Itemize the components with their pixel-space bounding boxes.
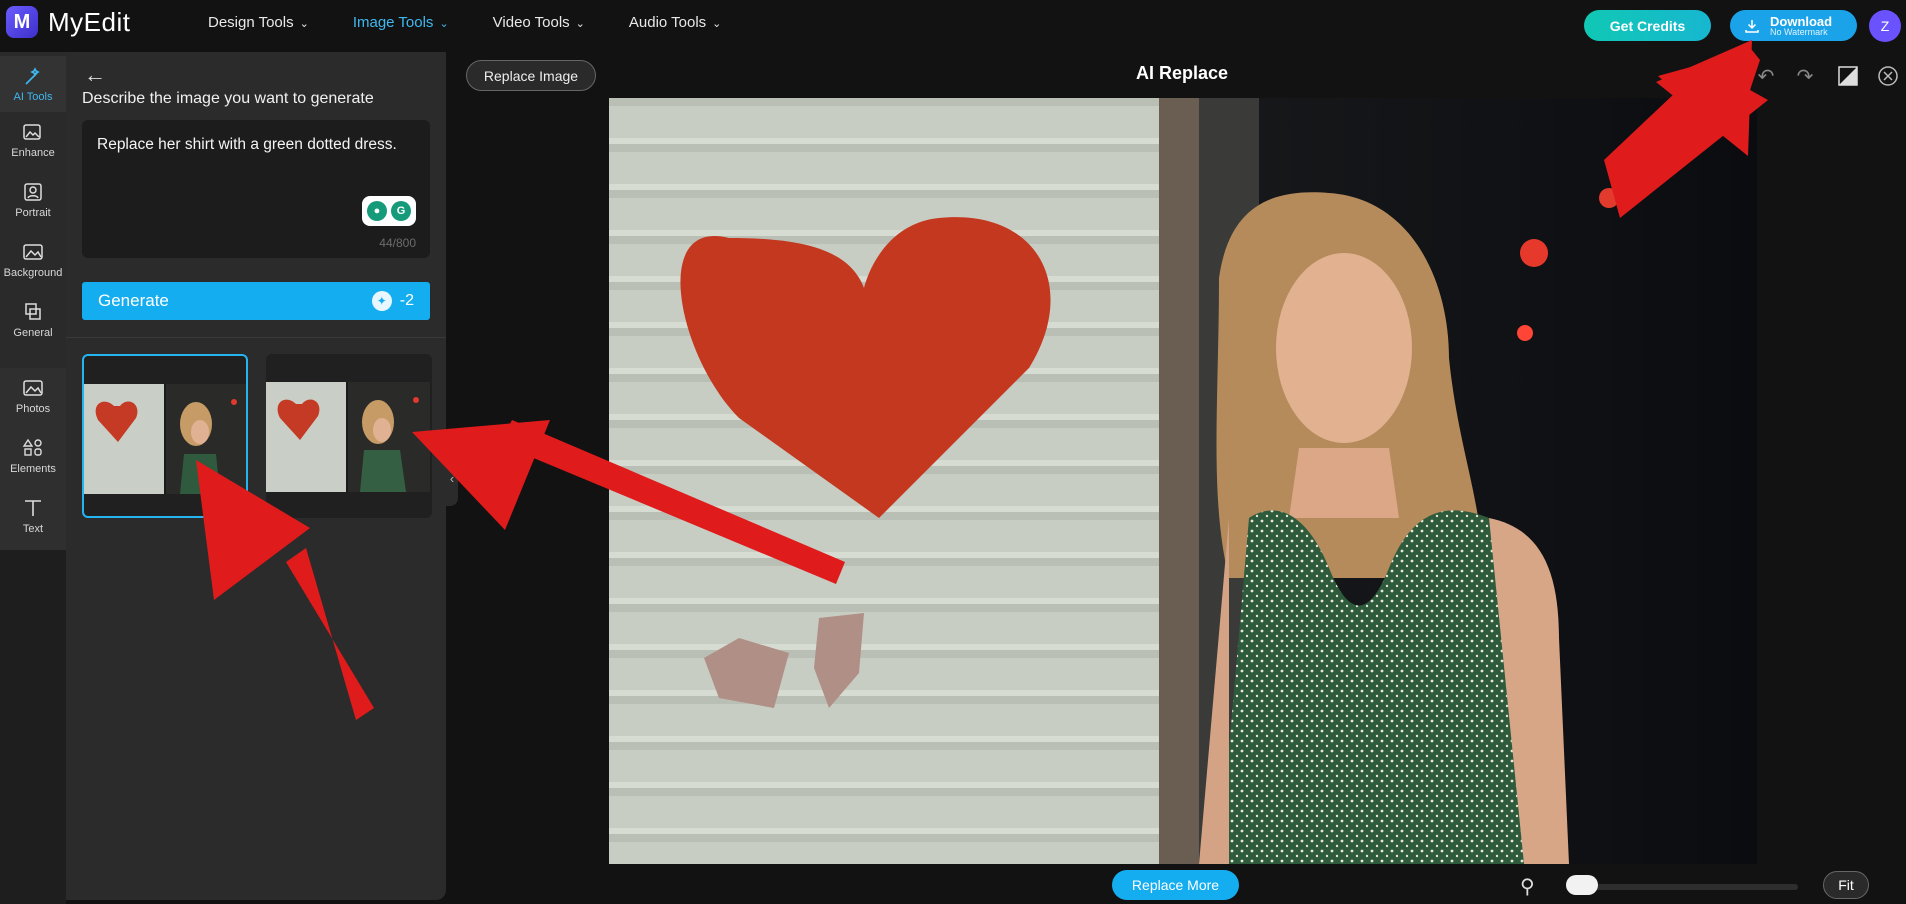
nav-label: Video Tools: [492, 14, 570, 31]
zoom-slider-handle[interactable]: [1566, 875, 1598, 895]
compare-icon[interactable]: [1836, 64, 1860, 88]
generate-cost-value: -2: [399, 292, 414, 309]
download-label: Download: [1770, 13, 1833, 29]
assistant-icon[interactable]: ●: [367, 201, 387, 221]
generate-label: Generate: [98, 291, 169, 310]
main-nav: Design Tools ⌄ Image Tools ⌄ Video Tools ⌄ …: [208, 14, 721, 31]
rail-label: General: [13, 326, 53, 339]
nav-audio-tools[interactable]: Audio Tools ⌄: [629, 14, 722, 31]
rail-label: Enhance: [11, 146, 55, 159]
prompt-text[interactable]: Replace her shirt with a green dotted dr…: [97, 136, 397, 154]
replace-more-button[interactable]: Replace More: [1112, 870, 1239, 900]
rail-item-background[interactable]: Background: [0, 232, 66, 288]
collapse-panel-button[interactable]: ‹: [446, 450, 458, 506]
rail-label: AI Tools: [13, 90, 53, 103]
thumbnail-image: [84, 384, 246, 494]
background-icon: [23, 243, 43, 260]
rail-label: Background: [3, 266, 63, 279]
download-button[interactable]: Download No Watermark: [1730, 10, 1857, 41]
chevron-down-icon: ⌄: [299, 18, 309, 30]
generate-button[interactable]: Generate ✦ -2: [82, 282, 430, 320]
panel-divider: [66, 337, 446, 338]
download-sublabel: No Watermark: [1770, 26, 1828, 37]
magic-wand-icon: [25, 66, 40, 85]
rail-item-photos[interactable]: Photos: [0, 368, 66, 424]
grammarly-icon[interactable]: G: [391, 201, 411, 221]
panel-title: Describe the image you want to generate: [82, 90, 374, 107]
photos-icon: [23, 379, 43, 396]
main-image: [609, 98, 1757, 864]
char-counter: 44/800: [379, 236, 416, 250]
get-credits-button[interactable]: Get Credits: [1584, 10, 1711, 41]
rail-group-assets: Photos Elements Text: [0, 368, 66, 550]
result-thumbnail-2[interactable]: [266, 354, 432, 518]
portrait-icon: [24, 182, 42, 201]
rail-label: Portrait: [15, 206, 51, 219]
enhance-icon: [23, 123, 41, 140]
download-text: Download No Watermark: [1770, 15, 1832, 37]
rail-item-enhance[interactable]: Enhance: [0, 112, 66, 168]
nav-video-tools[interactable]: Video Tools ⌄: [493, 14, 585, 31]
logo[interactable]: M MyEdit: [6, 6, 130, 38]
elements-icon: [22, 438, 42, 456]
rail-item-elements[interactable]: Elements: [0, 428, 66, 484]
nav-label: Design Tools: [208, 14, 294, 31]
rail-label: Photos: [15, 402, 51, 415]
zoom-slider[interactable]: [1566, 884, 1798, 890]
rail-label: Text: [22, 522, 44, 535]
nav-label: Image Tools: [352, 14, 434, 31]
back-arrow-icon[interactable]: ←: [84, 62, 106, 88]
rail-item-portrait[interactable]: Portrait: [0, 172, 66, 228]
generate-cost: ✦ -2: [371, 291, 414, 311]
avatar[interactable]: Z: [1869, 10, 1901, 42]
chevron-down-icon: ⌄: [439, 18, 449, 30]
replace-image-button[interactable]: Replace Image: [466, 60, 596, 91]
zoom-icon[interactable]: ⚲: [1520, 874, 1535, 899]
undo-icon[interactable]: ↶: [1754, 64, 1778, 88]
chevron-down-icon: ⌄: [712, 18, 722, 30]
rail-item-ai-tools[interactable]: AI Tools: [0, 56, 66, 112]
logo-icon: M: [6, 6, 38, 38]
rail-item-text[interactable]: Text: [0, 488, 66, 544]
top-bar: M MyEdit Design Tools ⌄ Image Tools ⌄ Vide…: [0, 0, 1906, 52]
nav-design-tools[interactable]: Design Tools ⌄: [208, 14, 309, 31]
general-icon: [25, 302, 41, 320]
fit-button[interactable]: Fit: [1823, 871, 1869, 899]
nav-image-tools[interactable]: Image Tools ⌄: [353, 14, 449, 31]
rail-label: Elements: [10, 462, 56, 475]
redo-icon[interactable]: ↷: [1793, 64, 1817, 88]
close-icon[interactable]: [1876, 64, 1900, 88]
canvas-title: AI Replace: [1135, 63, 1229, 83]
result-thumbnail-1[interactable]: [82, 354, 248, 518]
text-icon: [25, 499, 41, 516]
app-name: MyEdit: [48, 6, 131, 37]
thumbnail-image: [266, 382, 430, 492]
nav-label: Audio Tools: [628, 14, 707, 31]
credit-icon: ✦: [371, 291, 392, 311]
rail-item-general[interactable]: General: [0, 292, 66, 348]
extension-icons: ● G: [362, 196, 416, 226]
chevron-down-icon: ⌄: [575, 18, 585, 30]
prompt-textarea[interactable]: Replace her shirt with a green dotted dr…: [82, 120, 430, 258]
download-icon: [1745, 19, 1759, 33]
